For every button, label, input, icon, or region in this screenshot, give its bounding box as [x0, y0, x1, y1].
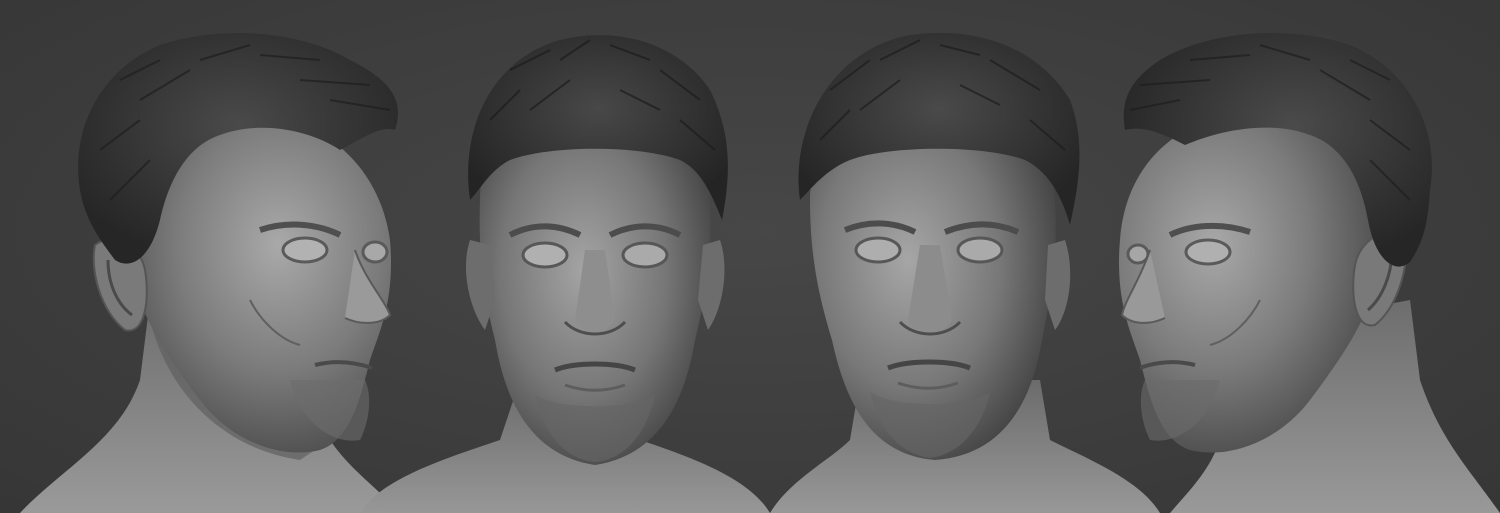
head-view-front-lit-left — [360, 0, 770, 513]
sculpt-head-front-alt-icon — [770, 32, 1160, 513]
head-view-three-quarter-left — [1110, 0, 1500, 513]
head-view-front-lit-right — [770, 0, 1160, 513]
head-view-three-quarter-right — [0, 0, 420, 513]
sculpt-head-three-quarter-right-icon — [20, 33, 400, 513]
sculpt-turnaround-canvas — [0, 0, 1500, 513]
sculpt-head-front-icon — [360, 35, 770, 513]
sculpt-head-three-quarter-left-icon — [1119, 33, 1500, 513]
